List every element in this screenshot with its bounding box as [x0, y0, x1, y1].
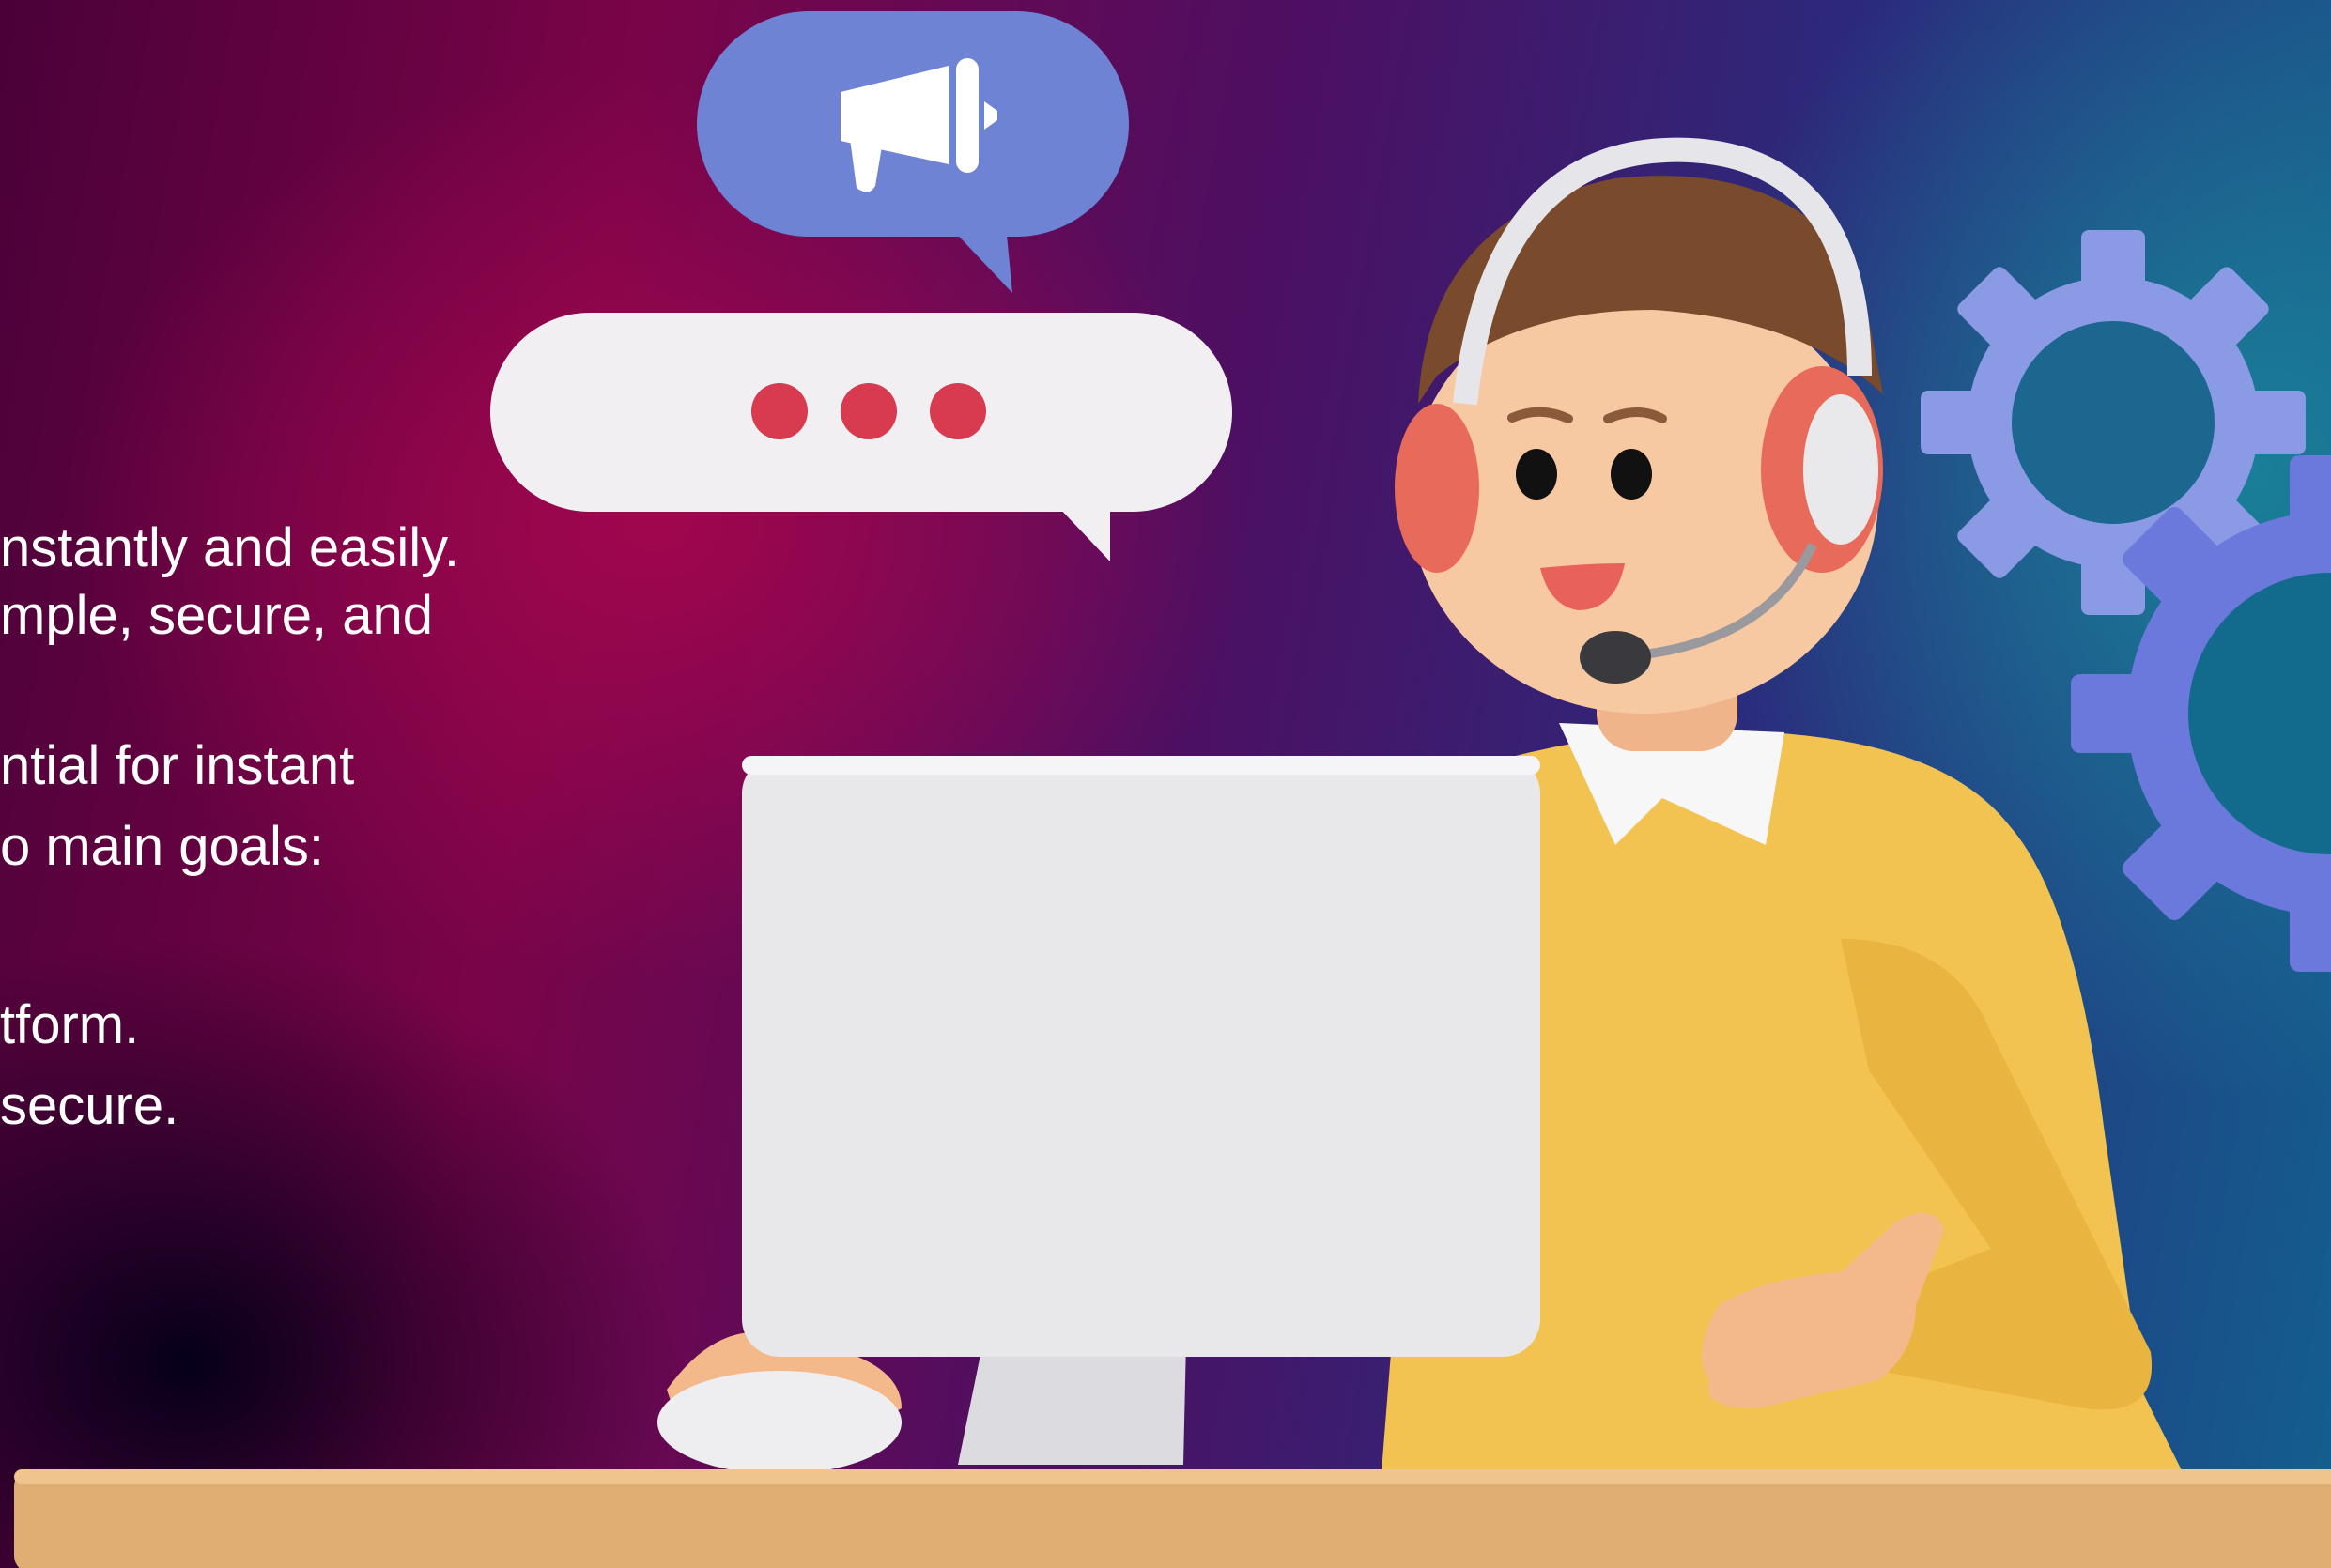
typing-dot-icon [841, 383, 897, 439]
desk [14, 1469, 2331, 1568]
typing-dot-icon [751, 383, 808, 439]
scene-svg [14, 11, 2331, 1568]
typing-speech-bubble [490, 313, 1232, 561]
computer-mouse [657, 1371, 902, 1474]
typing-dot-icon [930, 383, 986, 439]
hero-illustration: nstantly and easily. mple, secure, and n… [0, 0, 2331, 1568]
megaphone-speech-bubble [697, 11, 1129, 293]
headset-cushion-left [1395, 404, 1479, 573]
